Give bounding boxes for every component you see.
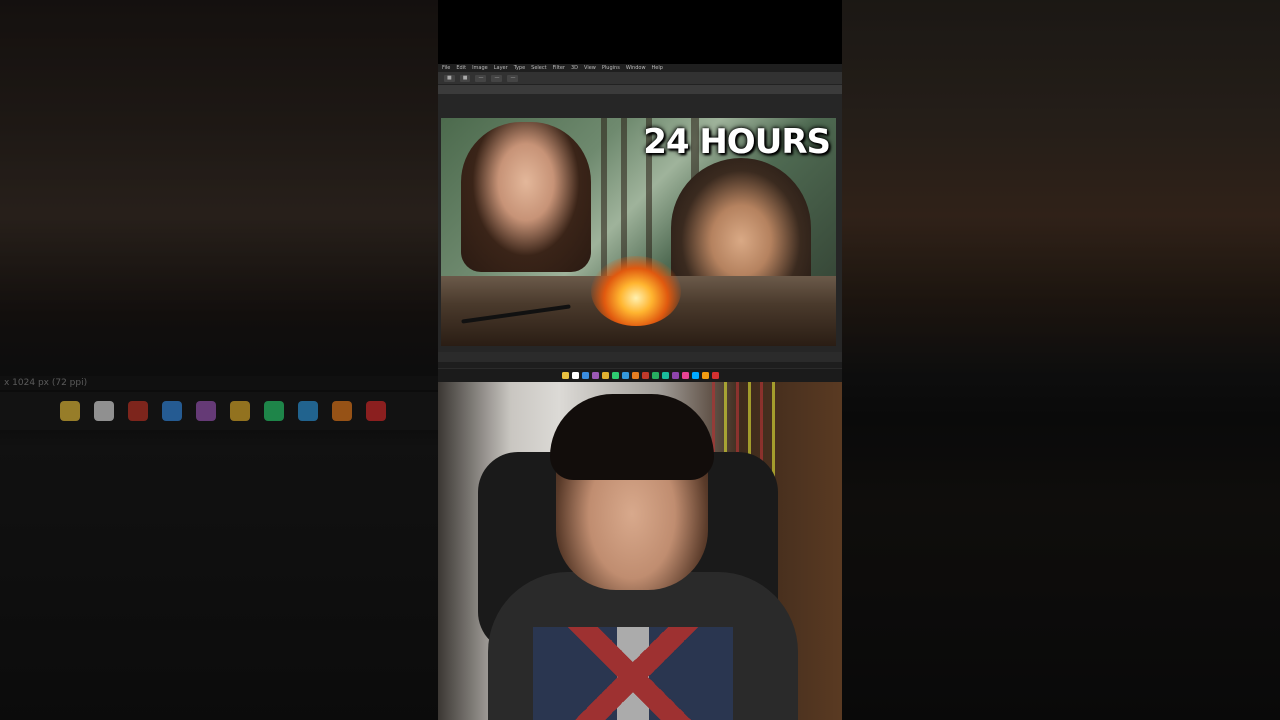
fire-sparks [591, 256, 681, 326]
dim-overlay [0, 0, 438, 720]
woman-figure [461, 122, 591, 272]
option-chip[interactable]: — [491, 74, 503, 82]
taskbar-app-icon[interactable] [561, 372, 569, 379]
menu-item[interactable]: Plugins [602, 64, 620, 72]
taskbar-app-icon[interactable] [691, 372, 699, 379]
menu-item[interactable]: Window [626, 64, 646, 72]
menu-item[interactable]: File [442, 64, 450, 72]
taskbar-app-icon[interactable] [651, 372, 659, 379]
taskbar-app-icon[interactable] [681, 372, 689, 379]
menu-item[interactable]: Edit [456, 64, 466, 72]
menu-bar: File Edit Image Layer Type Select Filter 3D View… [438, 64, 842, 72]
status-bar [438, 362, 842, 368]
option-chip[interactable]: — [507, 74, 519, 82]
tree [601, 118, 607, 286]
menu-item[interactable]: 3D [571, 64, 578, 72]
left-blurred-background: x 1024 px (72 ppi) [0, 0, 438, 720]
taskbar-app-icon[interactable] [581, 372, 589, 379]
thumbnail-title: 24 HOURS [643, 122, 831, 162]
taskbar-app-icon[interactable] [621, 372, 629, 379]
document-tab[interactable] [438, 85, 842, 94]
taskbar-app-icon[interactable] [641, 372, 649, 379]
canvas-area[interactable]: 24 HOURS Select subject Remove backgroun… [438, 94, 842, 387]
taskbar-app-icon[interactable] [701, 372, 709, 379]
option-chip[interactable]: — [475, 74, 487, 82]
dim-overlay [842, 0, 1280, 720]
menu-item[interactable]: Image [472, 64, 488, 72]
menu-item[interactable]: Layer [494, 64, 508, 72]
taskbar-app-icon[interactable] [571, 372, 579, 379]
windows-taskbar [438, 369, 842, 382]
photoshop-window: File Edit Image Layer Type Select Filter 3D View… [438, 64, 842, 387]
taskbar-app-icon[interactable] [591, 372, 599, 379]
option-chip[interactable]: ■ [459, 74, 471, 82]
thumbnail-image: 24 HOURS [441, 118, 836, 346]
option-chip[interactable]: ■ [444, 74, 455, 82]
taskbar-app-icon[interactable] [601, 372, 609, 379]
menu-item[interactable]: View [584, 64, 596, 72]
taskbar-app-icon[interactable] [671, 372, 679, 379]
union-jack-print [533, 627, 733, 720]
menu-item[interactable]: Type [514, 64, 525, 72]
taskbar-app-icon[interactable] [661, 372, 669, 379]
menu-item[interactable]: Help [652, 64, 663, 72]
streamer-hair [550, 394, 714, 480]
taskbar-app-icon[interactable] [711, 372, 719, 379]
right-blurred-background [842, 0, 1280, 720]
center-video: File Edit Image Layer Type Select Filter 3D View… [438, 0, 842, 720]
menu-item[interactable]: Select [531, 64, 546, 72]
options-bar: ■ ■ — — — [438, 72, 842, 85]
menu-item[interactable]: Filter [553, 64, 565, 72]
taskbar-app-icon[interactable] [631, 372, 639, 379]
webcam-feed [438, 382, 842, 720]
taskbar-app-icon[interactable] [611, 372, 619, 379]
